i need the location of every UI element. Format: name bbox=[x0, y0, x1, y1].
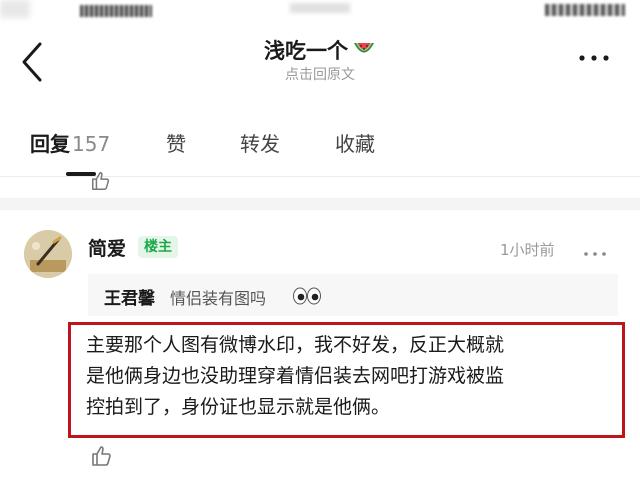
quoted-reply-text: 情侣装有图吗 bbox=[170, 289, 267, 308]
tab-forwards[interactable]: 转发 bbox=[240, 128, 280, 157]
tab-replies-label: 回复 bbox=[30, 132, 70, 156]
quoted-reply-box[interactable] bbox=[88, 274, 618, 316]
status-bar-blur-time bbox=[80, 5, 152, 17]
previous-comment-like-button[interactable] bbox=[90, 170, 112, 192]
comment-line: 控拍到了，身份证也显示就是他俩。 bbox=[86, 396, 391, 418]
status-bar-blur-left-edge bbox=[0, 0, 30, 18]
status-bar-blur-indicators bbox=[545, 4, 625, 16]
avatar-image bbox=[24, 230, 72, 278]
comment-timestamp: 1小时前 bbox=[500, 241, 555, 259]
comment-more-button[interactable] bbox=[582, 244, 608, 256]
more-dots-icon bbox=[584, 252, 606, 256]
eyes-icon bbox=[293, 287, 321, 305]
thumbs-up-icon bbox=[92, 446, 111, 466]
user-name[interactable]: 简爱 bbox=[88, 234, 126, 261]
weibo-comment-page: 浅吃一个 点击回原文 回复 157 赞 转发 收藏 简爱 楼主 1小时前 王君馨… bbox=[0, 0, 640, 483]
thumbs-up-icon bbox=[92, 172, 110, 190]
tab-likes[interactable]: 赞 bbox=[166, 128, 186, 157]
op-badge: 楼主 bbox=[138, 236, 178, 258]
page-title-text: 浅吃一个 bbox=[264, 39, 348, 63]
back-to-original-link[interactable]: 点击回原文 bbox=[0, 64, 640, 84]
status-bar-blur-center bbox=[290, 3, 350, 13]
comment-body: 主要那个人图有微博水印，我不好发，反正大概就 是他俩身边也没助理穿着情侣装去网吧… bbox=[86, 330, 616, 423]
tab-replies[interactable]: 回复 157 bbox=[30, 128, 110, 157]
tab-replies-count: 157 bbox=[72, 132, 111, 156]
comment-line: 主要那个人图有微博水印，我不好发，反正大概就 bbox=[86, 334, 505, 356]
status-bar bbox=[0, 0, 640, 22]
more-options-button[interactable] bbox=[574, 48, 614, 68]
page-title[interactable]: 浅吃一个 bbox=[0, 35, 640, 65]
more-dots-icon bbox=[579, 55, 609, 61]
like-button[interactable] bbox=[90, 444, 114, 468]
comment-separator bbox=[0, 198, 640, 210]
avatar[interactable] bbox=[24, 230, 72, 278]
quoted-reply-author[interactable]: 王君馨 bbox=[104, 284, 155, 309]
comment-line: 是他俩身边也没助理穿着情侣装去网吧打游戏被监 bbox=[86, 365, 505, 387]
tab-favorites[interactable]: 收藏 bbox=[335, 128, 375, 157]
tab-bar: 回复 157 赞 转发 收藏 bbox=[0, 128, 640, 168]
watermelon-icon bbox=[354, 43, 374, 53]
